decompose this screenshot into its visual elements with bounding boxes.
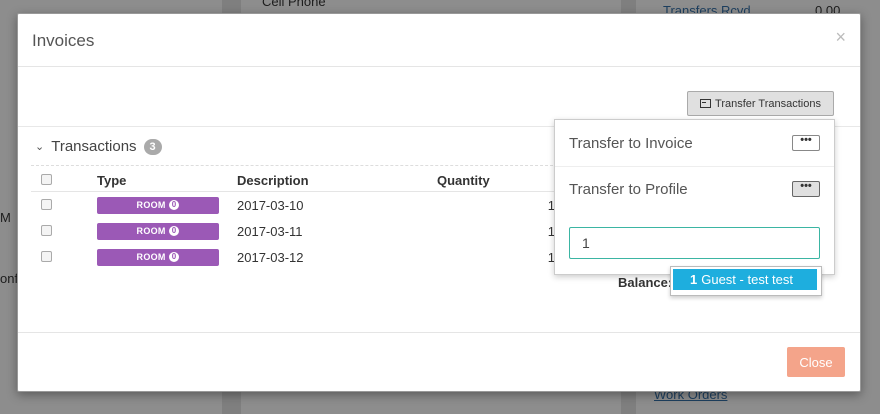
room-type-badge: ROOM 0 [97, 196, 219, 214]
row-select-cell [31, 192, 97, 219]
profile-suggestion-id: 1 [690, 272, 698, 287]
transactions-section-toggle[interactable]: ⌄ Transactions 3 [35, 138, 162, 155]
profile-suggestion-dropdown: 1 Guest - test test [670, 266, 822, 296]
table-row: ROOM 0 2017-03-12 1 [31, 244, 555, 270]
modal-title: Invoices [32, 31, 95, 50]
balance-label: Balance: [618, 275, 673, 290]
quantity-cell: 1 [547, 249, 555, 265]
profile-suggestion-item[interactable]: 1 Guest - test test [673, 269, 817, 290]
room-type-count: 0 [168, 252, 180, 262]
bg-cell-phone-label: Cell Phone [262, 0, 326, 9]
transactions-table: Type Description Quantity ROOM 0 2017-03… [31, 169, 555, 270]
row-select-cell [31, 218, 97, 244]
room-type-label: ROOM [136, 200, 166, 210]
room-type-badge: ROOM 0 [97, 248, 219, 266]
close-icon[interactable]: × [835, 27, 846, 48]
quantity-cell: 1 [547, 223, 555, 239]
row-checkbox[interactable] [41, 224, 52, 236]
transfer-icon [700, 99, 712, 108]
room-type-badge: ROOM 0 [97, 222, 219, 240]
transfer-to-profile-label: Transfer to Profile [569, 181, 688, 198]
chevron-down-icon: ⌄ [35, 141, 45, 153]
bg-partial-text-onf: onf [0, 271, 19, 286]
table-header-row: Type Description Quantity [31, 169, 555, 192]
description-cell: 2017-03-11 [237, 223, 303, 239]
transfer-popover: Transfer to Invoice ••• Transfer to Prof… [554, 119, 835, 275]
transfer-to-profile-row: Transfer to Profile ••• [555, 166, 834, 212]
room-type-count: 0 [168, 226, 180, 236]
row-select-cell [31, 244, 97, 270]
type-cell: ROOM 0 [97, 244, 237, 270]
bg-partial-text-m: M [0, 210, 11, 225]
room-type-count: 0 [168, 200, 180, 210]
room-type-label: ROOM [136, 252, 166, 262]
footer-divider [18, 332, 860, 333]
transfer-transactions-label: Transfer Transactions [715, 97, 821, 110]
description-cell: 2017-03-12 [237, 249, 304, 265]
transactions-section-label: Transactions [51, 138, 137, 155]
select-all-cell [31, 169, 97, 192]
transfer-to-invoice-more-button[interactable]: ••• [792, 135, 820, 151]
type-cell: ROOM 0 [97, 218, 237, 244]
transfer-to-invoice-label: Transfer to Invoice [569, 135, 693, 152]
transfer-to-invoice-row: Transfer to Invoice ••• [555, 120, 834, 167]
transfer-to-profile-more-button[interactable]: ••• [792, 181, 820, 197]
row-checkbox[interactable] [41, 198, 52, 210]
type-cell: ROOM 0 [97, 192, 237, 219]
transactions-count-badge: 3 [143, 138, 162, 155]
table-row: ROOM 0 2017-03-11 1 [31, 218, 555, 244]
row-checkbox[interactable] [41, 250, 52, 262]
select-all-checkbox[interactable] [41, 173, 52, 185]
quantity-cell: 1 [547, 197, 555, 213]
transfer-transactions-button[interactable]: Transfer Transactions [687, 91, 834, 116]
close-button[interactable]: Close [787, 347, 845, 377]
description-column-header: Description [237, 169, 437, 192]
profile-search-input[interactable]: 1 [569, 227, 820, 259]
description-cell: 2017-03-10 [237, 197, 304, 213]
dashed-divider [31, 165, 558, 166]
quantity-column-header: Quantity [437, 169, 555, 192]
room-type-label: ROOM [136, 226, 166, 236]
table-row: ROOM 0 2017-03-10 1 [31, 192, 555, 219]
modal-header: Invoices × [18, 14, 860, 67]
type-column-header: Type [97, 169, 237, 192]
profile-suggestion-label: Guest - test test [701, 272, 793, 287]
